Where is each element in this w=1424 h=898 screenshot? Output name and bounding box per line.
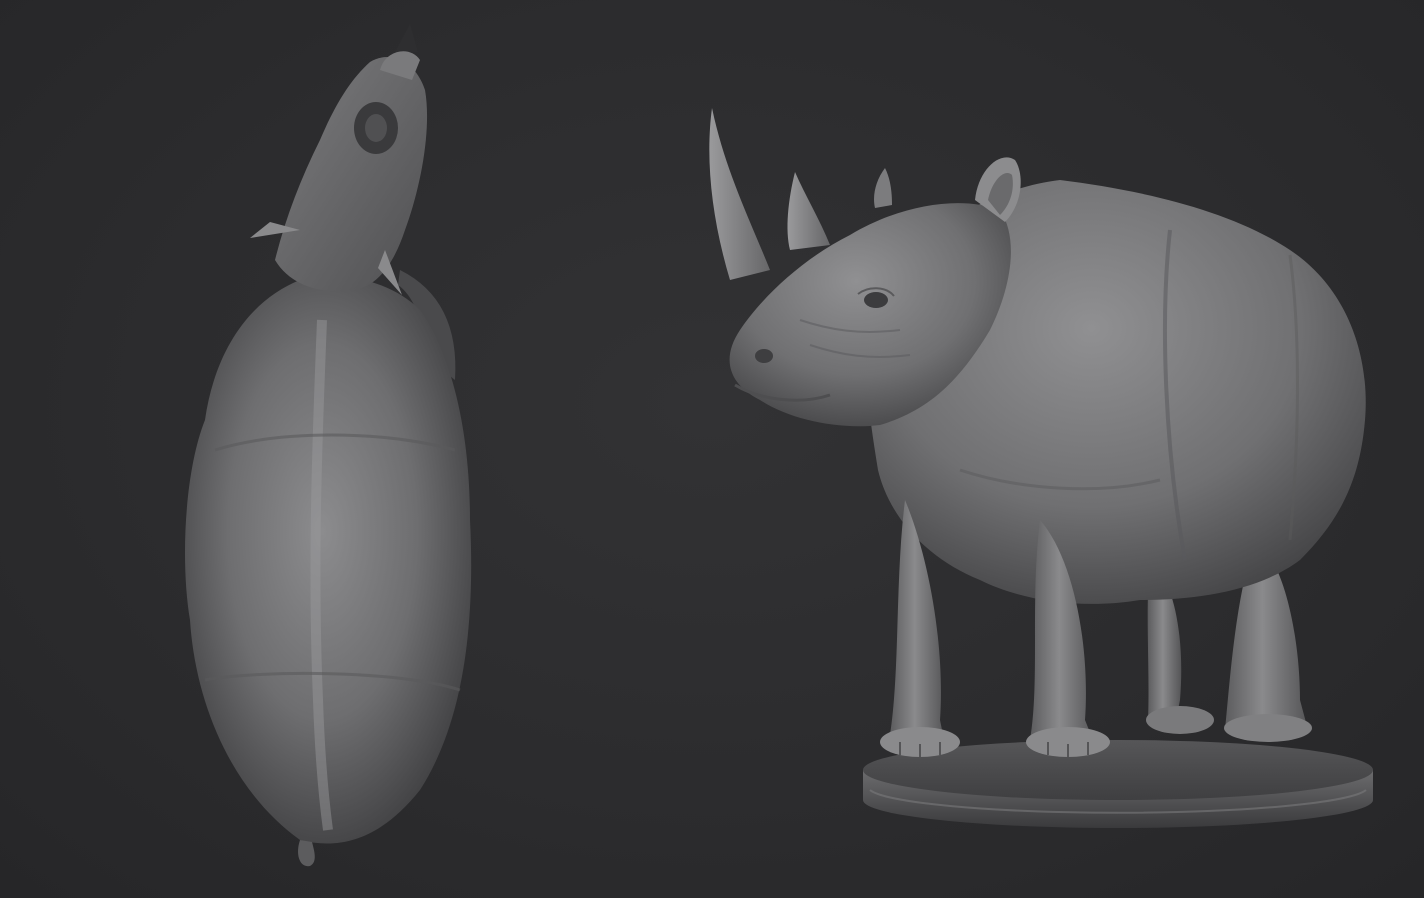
rhino-side-view-on-base (709, 108, 1373, 828)
viewport-canvas (185, 24, 1373, 867)
front-horn (709, 108, 770, 280)
rhino-top-view (185, 24, 472, 867)
rear-horn (787, 172, 830, 250)
sculpt-viewport (0, 0, 1424, 898)
